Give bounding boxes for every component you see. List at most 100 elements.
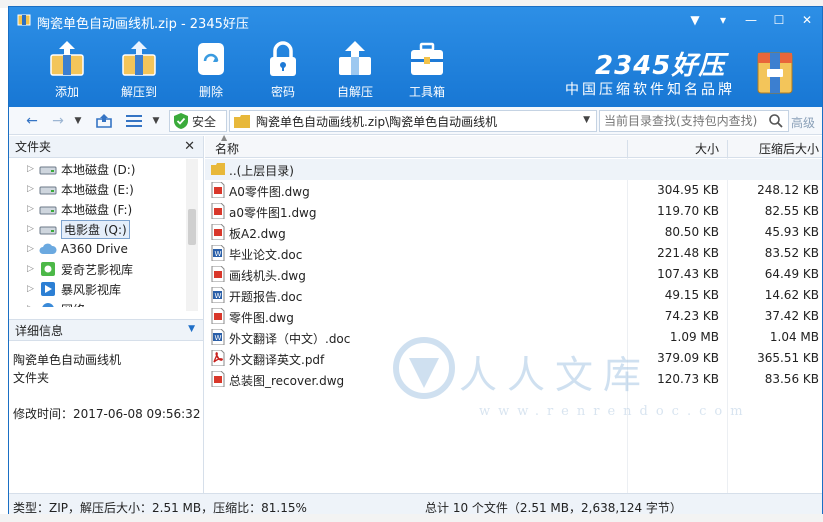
search-input[interactable]: [604, 114, 764, 128]
tree-scrollbar[interactable]: [186, 159, 198, 311]
folder-icon: [211, 163, 225, 175]
main-menu-icon[interactable]: ▾: [712, 10, 734, 30]
parent-directory-label: ..(上层目录): [229, 164, 294, 178]
maximize-button[interactable]: ☐: [768, 10, 790, 30]
path-bar[interactable]: 陶瓷单色自动画线机.zip\陶瓷单色自动画线机 ▼: [229, 110, 597, 132]
header-bar: 陶瓷单色自动画线机.zip - 2345好压 ▼ ▾ — ☐ ✕ 添加 解压到 …: [9, 7, 822, 107]
expand-arrow-icon[interactable]: ▷: [27, 284, 39, 294]
tree-item-drive-q[interactable]: ▷ 电影盘 (Q:): [9, 219, 185, 239]
expand-arrow-icon[interactable]: ▷: [27, 204, 39, 214]
drive-icon: [39, 166, 57, 175]
expand-arrow-icon[interactable]: ▷: [27, 264, 39, 274]
details-content: 陶瓷单色自动画线机 文件夹 修改时间：2017-06-08 09:56:32: [13, 351, 200, 423]
navigation-bar: ← → ▼ ▼ 安全 陶瓷单色自动画线机.zip\陶瓷单色自动画线机 ▼ 高级: [9, 107, 822, 135]
file-name: 画线机头.dwg: [229, 269, 306, 283]
extract-to-button[interactable]: 解压到: [103, 39, 175, 105]
doc-file-icon: W: [211, 245, 225, 261]
folder-icon: [234, 114, 250, 128]
iqiyi-icon: [41, 262, 55, 276]
tree-item-label: 本地磁盘 (F:): [61, 202, 133, 217]
column-name[interactable]: 名称: [215, 140, 239, 157]
file-rows: ..(上层目录) A0零件图.dwg 304.95 KB 248.12 KB a…: [205, 159, 822, 390]
path-dropdown-icon[interactable]: ▼: [583, 115, 590, 125]
scrollbar-thumb[interactable]: [188, 209, 196, 245]
network-icon: [42, 303, 54, 307]
close-pane-icon[interactable]: ✕: [184, 139, 195, 154]
parent-directory-row[interactable]: ..(上层目录): [205, 159, 822, 180]
expand-arrow-icon[interactable]: ▷: [27, 164, 39, 174]
file-name: a0零件图1.dwg: [229, 206, 317, 220]
details-pane-header: 详细信息 ▼: [9, 319, 203, 341]
tree-item-a360-drive[interactable]: ▷ A360 Drive: [9, 239, 185, 259]
detail-name: 陶瓷单色自动画线机: [13, 353, 122, 367]
expand-arrow-icon[interactable]: ▷: [27, 224, 39, 234]
brand-slogan: 中国压缩软件知名品牌: [565, 82, 735, 98]
pdf-file-icon: [211, 350, 225, 366]
collapse-details-icon[interactable]: ▼: [188, 324, 195, 334]
safety-indicator[interactable]: 安全: [169, 110, 227, 132]
search-icon[interactable]: [768, 113, 784, 129]
file-compressed-size: 37.42 KB: [764, 309, 819, 323]
file-row[interactable]: 画线机头.dwg 107.43 KB 64.49 KB: [205, 264, 822, 285]
extract-to-icon: [122, 41, 156, 76]
close-button[interactable]: ✕: [796, 10, 818, 30]
forward-arrow-icon[interactable]: →: [47, 111, 69, 131]
delete-button[interactable]: 删除: [175, 39, 247, 105]
back-arrow-icon[interactable]: ←: [21, 111, 43, 131]
tree-item-drive-d[interactable]: ▷ 本地磁盘 (D:): [9, 159, 185, 179]
delete-label: 删除: [198, 85, 223, 99]
minimize-button[interactable]: —: [740, 10, 762, 30]
tree-item-label: 暴风影视库: [61, 282, 122, 297]
add-button[interactable]: 添加: [31, 39, 103, 105]
expand-arrow-icon[interactable]: ▷: [27, 304, 39, 307]
advanced-search-link[interactable]: 高级: [791, 114, 815, 131]
file-row[interactable]: W 外文翻译（中文）.doc 1.09 MB 1.04 MB: [205, 327, 822, 348]
tree-item-drive-f[interactable]: ▷ 本地磁盘 (F:): [9, 199, 185, 219]
expand-arrow-icon[interactable]: ▷: [27, 184, 39, 194]
file-row[interactable]: W 开题报告.doc 49.15 KB 14.62 KB: [205, 285, 822, 306]
view-mode-icon[interactable]: [123, 111, 145, 131]
detail-type: 文件夹: [13, 371, 50, 385]
file-row[interactable]: 零件图.dwg 74.23 KB 37.42 KB: [205, 306, 822, 327]
tree-item-drive-e[interactable]: ▷ 本地磁盘 (E:): [9, 179, 185, 199]
details-pane-title: 详细信息: [15, 323, 64, 338]
watermark-url: www.renrendoc.com: [479, 404, 751, 419]
svg-text:W: W: [215, 250, 222, 258]
file-row[interactable]: W 毕业论文.doc 221.48 KB 83.52 KB: [205, 243, 822, 264]
file-size: 49.15 KB: [664, 288, 719, 302]
svg-text:W: W: [215, 334, 222, 342]
shield-check-icon: [174, 113, 188, 129]
doc-file-icon: W: [211, 287, 225, 303]
file-row[interactable]: 板A2.dwg 80.50 KB 45.93 KB: [205, 222, 822, 243]
file-row[interactable]: 外文翻译英文.pdf 379.09 KB 365.51 KB: [205, 348, 822, 369]
background-window-strip: [0, 514, 823, 522]
tree-item-baofeng[interactable]: ▷ 暴风影视库: [9, 279, 185, 299]
file-row[interactable]: 总装图_recover.dwg 120.73 KB 83.56 KB: [205, 369, 822, 390]
drive-icon: [39, 226, 57, 235]
self-extract-button[interactable]: 自解压: [319, 39, 391, 105]
add-archive-icon: [50, 41, 84, 76]
skin-menu-icon[interactable]: ▼: [684, 10, 706, 30]
file-name: 毕业论文.doc: [229, 248, 303, 262]
tree-item-iqiyi[interactable]: ▷ 爱奇艺影视库: [9, 259, 185, 279]
tree-item-label: A360 Drive: [61, 242, 128, 256]
file-name: 外文翻译英文.pdf: [229, 353, 325, 367]
file-row[interactable]: A0零件图.dwg 304.95 KB 248.12 KB: [205, 180, 822, 201]
password-label: 密码: [270, 85, 295, 99]
view-dropdown-icon[interactable]: ▼: [149, 111, 163, 131]
app-icon: [17, 14, 31, 26]
status-bar: 类型：ZIP，解压后大小：2.51 MB，压缩比：81.15% 总计 10 个文…: [9, 493, 822, 515]
password-button[interactable]: 密码: [247, 39, 319, 105]
up-level-icon[interactable]: [93, 111, 115, 131]
delete-icon: [198, 43, 224, 75]
cloud-drive-icon: [39, 243, 57, 254]
dwg-file-icon: [211, 224, 225, 240]
dwg-file-icon: [211, 371, 225, 387]
expand-arrow-icon[interactable]: ▷: [27, 244, 39, 254]
history-dropdown-icon[interactable]: ▼: [71, 111, 85, 131]
toolbox-button[interactable]: 工具箱: [391, 39, 463, 105]
tree-item-network[interactable]: ▷ 网络: [9, 299, 185, 307]
file-size: 74.23 KB: [664, 309, 719, 323]
file-size: 120.73 KB: [657, 372, 719, 386]
file-row[interactable]: a0零件图1.dwg 119.70 KB 82.55 KB: [205, 201, 822, 222]
